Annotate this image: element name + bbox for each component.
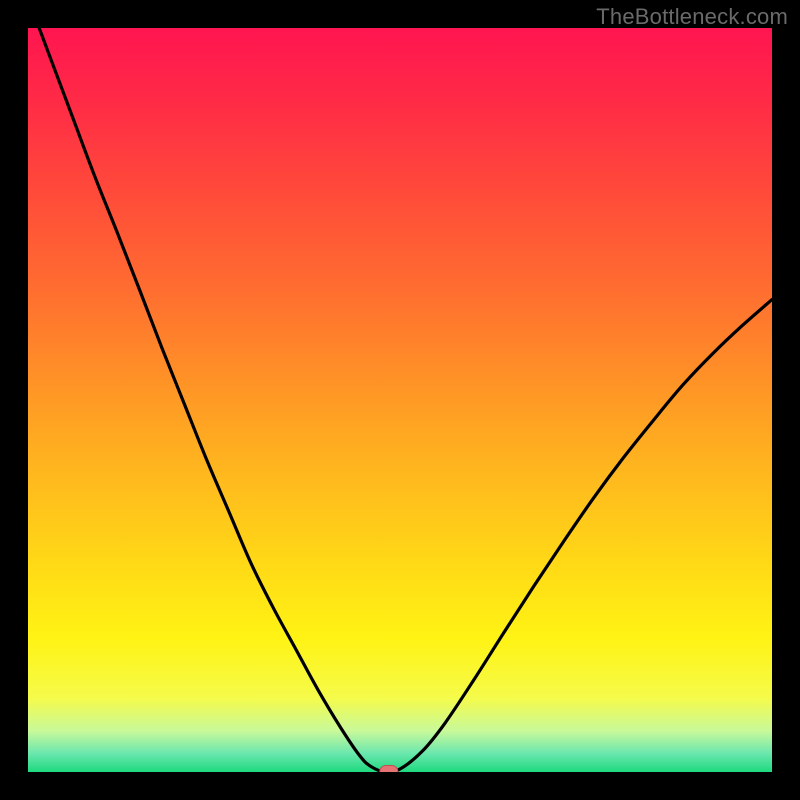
bottleneck-chart — [0, 0, 800, 800]
watermark-text: TheBottleneck.com — [596, 4, 788, 30]
plot-background — [28, 28, 772, 772]
chart-frame: { "watermark": "TheBottleneck.com", "col… — [0, 0, 800, 800]
optimal-marker — [380, 766, 398, 779]
